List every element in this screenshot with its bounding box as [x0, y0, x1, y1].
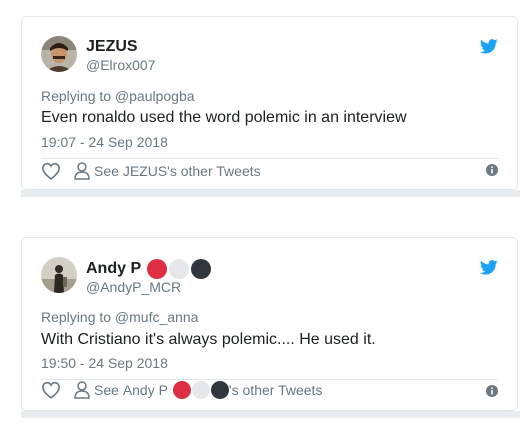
twitter-bird-icon[interactable]	[479, 260, 498, 280]
see-prefix: See	[94, 163, 123, 179]
tweet-text: Even ronaldo used the word polemic in an…	[41, 109, 407, 126]
twitter-bird-icon[interactable]	[479, 39, 498, 59]
info-icon[interactable]	[486, 163, 498, 181]
person-icon[interactable]	[74, 381, 90, 399]
tweet-actions: See Andy P 's other Tweets	[41, 379, 322, 401]
tweet-actions: See JEZUS's other Tweets	[41, 160, 261, 182]
see-author-name: JEZUS	[122, 163, 168, 179]
see-other-tweets-link[interactable]: See JEZUS's other Tweets	[94, 163, 261, 179]
tweet-card: Andy P @AndyP_MCR Replying to @mufc_anna…	[21, 237, 518, 411]
tweet-text: With Cristiano it's always polemic.... H…	[41, 331, 376, 348]
replying-to[interactable]: Replying to @mufc_anna	[41, 309, 198, 325]
card-shadow	[21, 411, 520, 418]
card-shadow	[21, 190, 520, 197]
author-handle[interactable]: @AndyP_MCR	[86, 279, 181, 295]
black-circle-emoji	[210, 381, 229, 399]
heart-icon[interactable]	[41, 381, 61, 399]
see-suffix: 's other Tweets	[167, 163, 261, 179]
author-handle[interactable]: @Elrox007	[86, 57, 155, 73]
replying-to[interactable]: Replying to @paulpogba	[41, 88, 195, 104]
author-name[interactable]: Andy P	[86, 259, 212, 279]
info-icon[interactable]	[486, 384, 498, 402]
author-name-text: Andy P	[86, 260, 142, 277]
person-icon[interactable]	[74, 162, 90, 180]
avatar[interactable]	[41, 257, 77, 293]
avatar[interactable]	[41, 36, 77, 72]
white-circle-emoji	[169, 259, 190, 279]
tweet-card: JEZUS @Elrox007 Replying to @paulpogba E…	[21, 16, 518, 190]
see-prefix: See	[94, 382, 123, 398]
see-other-tweets-link[interactable]: See Andy P 's other Tweets	[94, 381, 322, 399]
divider	[41, 158, 498, 159]
author-name[interactable]: JEZUS	[86, 38, 138, 56]
red-circle-emoji	[147, 259, 168, 279]
white-circle-emoji	[191, 381, 210, 399]
see-suffix: 's other Tweets	[228, 382, 323, 398]
tweet-timestamp[interactable]: 19:07 - 24 Sep 2018	[41, 134, 168, 150]
red-circle-emoji	[172, 381, 191, 399]
see-author-name: Andy P	[122, 382, 168, 398]
heart-icon[interactable]	[41, 162, 61, 180]
tweet-timestamp[interactable]: 19:50 - 24 Sep 2018	[41, 355, 168, 371]
black-circle-emoji	[191, 259, 212, 279]
